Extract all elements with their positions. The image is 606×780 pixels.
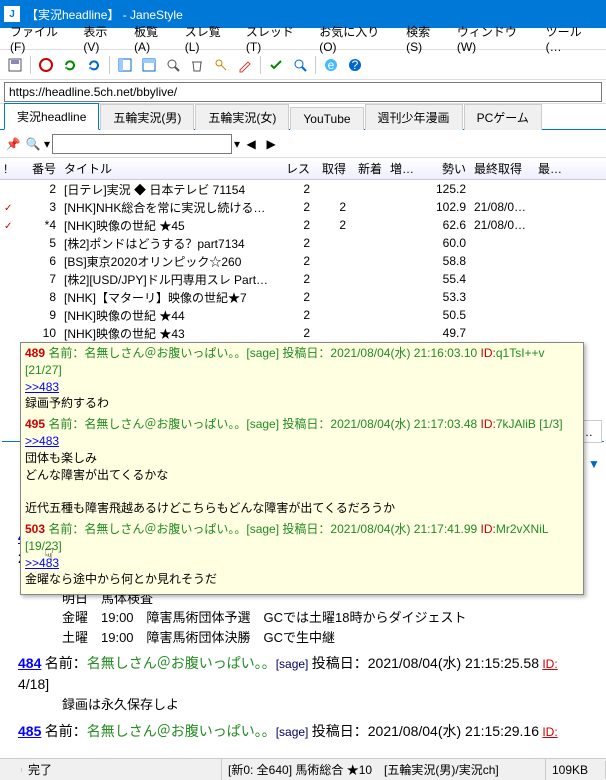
menu-window[interactable]: ウィンドウ(W) <box>451 21 540 56</box>
status-done: 完了 <box>22 759 222 780</box>
dropdown-icon[interactable]: ▾ <box>44 137 50 151</box>
filter-icon[interactable]: ▼ <box>586 456 602 472</box>
svg-text:e: e <box>328 58 335 72</box>
menu-file[interactable]: ファイル(F) <box>4 21 77 56</box>
col-get[interactable]: 取得 <box>314 158 350 179</box>
filter-bar: 📌 🔍 ▾ ▾ ◀ ▶ <box>0 130 606 158</box>
post-number[interactable]: 484 <box>18 655 41 671</box>
table-row[interactable]: 9[NHK]映像の世紀 ★44250.5 <box>0 306 606 324</box>
address-bar <box>0 80 606 104</box>
toolbar-separator <box>260 56 261 74</box>
col-new[interactable]: 新着 <box>350 158 386 179</box>
post: 485 名前：名無しさん＠お腹いっぱい。。[sage] 投稿日：2021/08/… <box>18 721 600 742</box>
svg-text:?: ? <box>352 58 359 72</box>
tab-gorin-onna[interactable]: 五輪実況(女) <box>195 104 289 130</box>
menu-favorite[interactable]: お気に入り(O) <box>313 21 400 56</box>
col-title[interactable]: タイトル <box>60 158 278 179</box>
app-icon: J <box>4 6 20 22</box>
filter-input[interactable] <box>52 134 232 154</box>
toolbar-trash-icon[interactable] <box>186 54 208 76</box>
menu-tool[interactable]: ツール(… <box>540 21 602 56</box>
status-info: [新0: 全640] 馬術総合 ★10 [五輪実況(男)/実況ch] <box>222 759 546 780</box>
thread-list: 2[日テレ]実況 ◆ 日本テレビ 711542125.2✓3[NHK]NHK総合… <box>0 180 606 342</box>
table-row[interactable]: 10[NHK]映像の世紀 ★43249.7 <box>0 324 606 342</box>
table-row[interactable]: 5[株2]ポンドはどうする？part7134260.0 <box>0 234 606 252</box>
prev-icon[interactable]: ◀ <box>242 135 260 153</box>
pin-icon[interactable]: 📌 <box>4 135 22 153</box>
toolbar-write-icon[interactable] <box>234 54 256 76</box>
search-icon[interactable]: 🔍 <box>24 135 42 153</box>
table-row[interactable]: 2[日テレ]実況 ◆ 日本テレビ 711542125.2 <box>0 180 606 198</box>
toolbar-panel2-icon[interactable] <box>138 54 160 76</box>
col-zou[interactable]: 増レス <box>386 158 422 179</box>
toolbar-separator <box>109 56 110 74</box>
toolbar-key-icon[interactable] <box>210 54 232 76</box>
col-ikioi[interactable]: 勢い <box>422 158 470 179</box>
post-number[interactable]: 485 <box>18 723 41 739</box>
toolbar-panel1-icon[interactable] <box>114 54 136 76</box>
table-row[interactable]: 6[BS]東京2020オリンピック☆260258.8 <box>0 252 606 270</box>
col-res[interactable]: レス <box>278 158 314 179</box>
anchor-popup: 489 名前：名無しさん＠お腹いっぱい。。[sage] 投稿日：2021/08/… <box>20 342 584 595</box>
toolbar-check-icon[interactable] <box>265 54 287 76</box>
toolbar-stop-icon[interactable] <box>35 54 57 76</box>
menubar: ファイル(F) 表示(V) 板覧(A) スレ覧(L) スレッド(T) お気に入り… <box>0 28 606 50</box>
menu-boardlist[interactable]: 板覧(A) <box>128 21 179 56</box>
window-title: 【実況headline】 - JaneStyle <box>26 6 602 23</box>
cursor-hand-icon: ☟ <box>44 545 54 565</box>
menu-thread[interactable]: スレッド(T) <box>240 21 313 56</box>
post: 484 名前：名無しさん＠お腹いっぱい。。[sage] 投稿日：2021/08/… <box>18 653 600 715</box>
toolbar-refresh2-icon[interactable] <box>83 54 105 76</box>
toolbar-separator <box>315 56 316 74</box>
tab-youtube[interactable]: YouTube <box>290 107 363 130</box>
menu-view[interactable]: 表示(V) <box>77 21 128 56</box>
status-size: 109KB <box>546 761 606 779</box>
col-no[interactable]: 番号 <box>18 158 60 179</box>
address-input[interactable] <box>4 82 602 102</box>
col-mark[interactable]: ! <box>0 160 18 178</box>
tab-shonen[interactable]: 週刊少年漫画 <box>365 104 463 130</box>
table-row[interactable]: ✓3[NHK]NHK総合を常に実況し続けるス…22102.921/08/0… <box>0 198 606 216</box>
col-lastget[interactable]: 最終取得 <box>470 158 534 179</box>
toolbar-refresh1-icon[interactable] <box>59 54 81 76</box>
toolbar-ie-icon[interactable]: e <box>320 54 342 76</box>
thread-list-header: ! 番号 タイトル レス 取得 新着 増レス 勢い 最終取得 最終… <box>0 158 606 180</box>
table-row[interactable]: 7[株2][USD/JPY]ドル円専用スレ Part…255.4 <box>0 270 606 288</box>
toolbar-search-icon[interactable] <box>289 54 311 76</box>
next-icon[interactable]: ▶ <box>262 135 280 153</box>
table-row[interactable]: ✓*4[NHK]映像の世紀 ★452262.621/08/0… <box>0 216 606 234</box>
tab-pcgame[interactable]: PCゲーム <box>464 104 542 130</box>
table-row[interactable]: 8[NHK]【マターリ】映像の世紀★7253.3 <box>0 288 606 306</box>
toolbar-find-icon[interactable] <box>162 54 184 76</box>
toolbar-save-icon[interactable] <box>4 54 26 76</box>
status-icon <box>0 768 22 772</box>
menu-threadlist[interactable]: スレ覧(L) <box>179 21 240 56</box>
post-id[interactable]: ID: <box>542 657 557 671</box>
tab-gorin-otoko[interactable]: 五輪実況(男) <box>100 104 194 130</box>
board-tabs: 実況headline 五輪実況(男) 五輪実況(女) YouTube 週刊少年漫… <box>0 104 606 130</box>
toolbar-help-icon[interactable]: ? <box>344 54 366 76</box>
col-lastres[interactable]: 最終… <box>534 158 574 179</box>
menu-search[interactable]: 検索(S) <box>400 21 451 56</box>
status-bar: 完了 [新0: 全640] 馬術総合 ★10 [五輪実況(男)/実況ch] 10… <box>0 758 606 780</box>
dropdown2-icon[interactable]: ▾ <box>234 137 240 151</box>
toolbar-separator <box>30 56 31 74</box>
tab-jikkyou-headline[interactable]: 実況headline <box>4 103 99 130</box>
post-id[interactable]: ID: <box>542 725 557 739</box>
